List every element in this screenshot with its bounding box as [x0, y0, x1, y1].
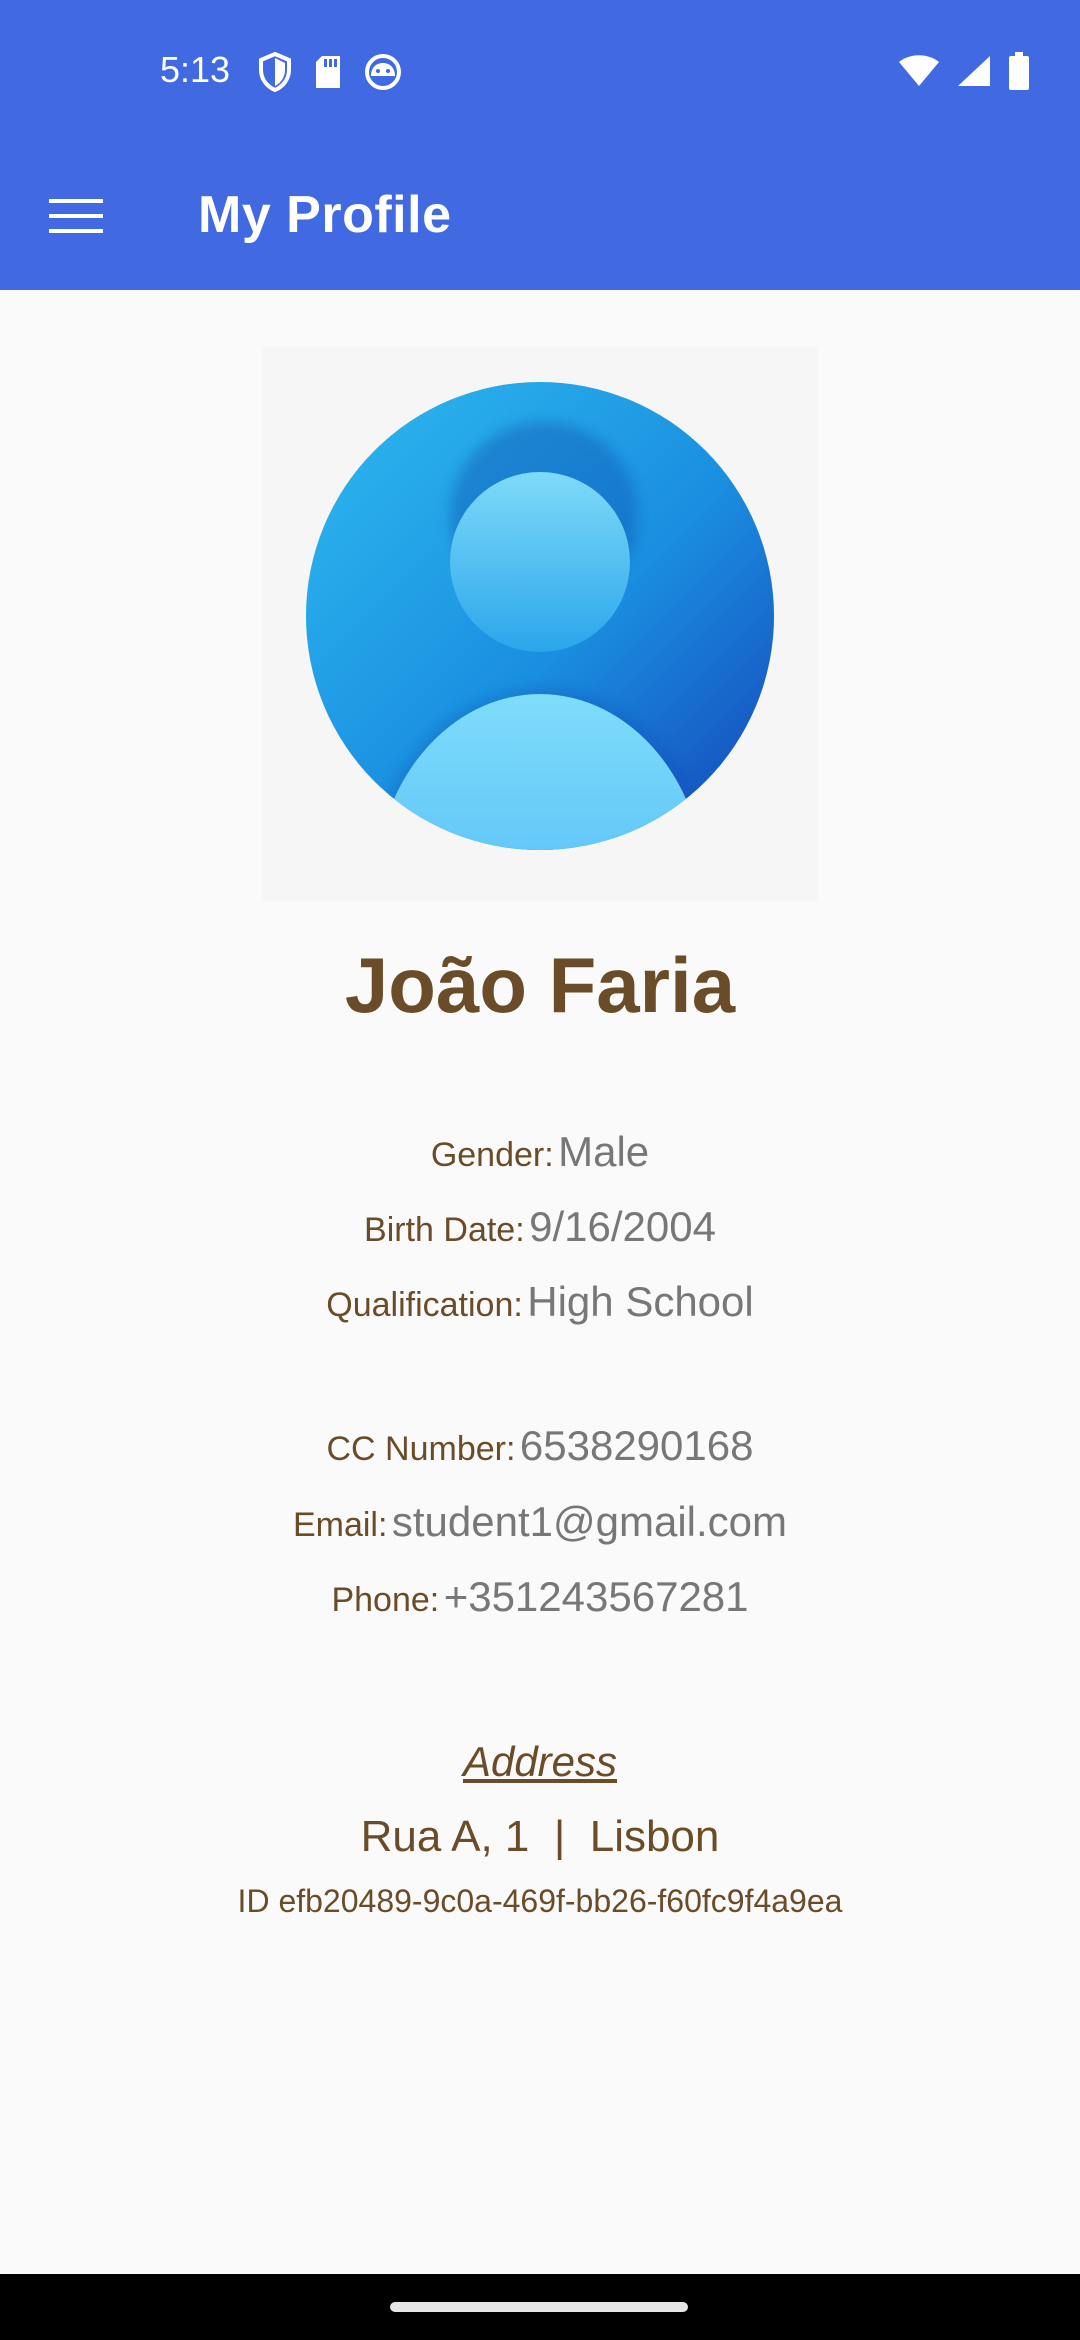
android-debug-icon: [364, 54, 402, 95]
person-avatar-icon: [306, 382, 774, 850]
page-title: My Profile: [198, 186, 452, 244]
qualification-value: High School: [527, 1278, 754, 1325]
email-row: Email: student1@gmail.com: [0, 1498, 1080, 1546]
app-bar: My Profile: [0, 140, 1080, 290]
cc-number-row: CC Number: 6538290168: [0, 1422, 1080, 1470]
email-value: student1@gmail.com: [391, 1498, 788, 1545]
qualification-row: Qualification: High School: [0, 1278, 1080, 1326]
phone-row: Phone: +351243567281: [0, 1573, 1080, 1621]
app-root: 5:13 My Profile João Faria Gender: Male …: [0, 0, 1080, 2340]
gender-row: Gender: Male: [0, 1128, 1080, 1176]
status-bar: 5:13: [0, 0, 1080, 140]
home-gesture-handle[interactable]: [390, 2302, 688, 2312]
phone-label: Phone:: [331, 1581, 440, 1619]
gender-value: Male: [558, 1128, 650, 1175]
birth-date-row: Birth Date: 9/16/2004: [0, 1203, 1080, 1251]
birth-date-label: Birth Date:: [364, 1211, 525, 1249]
profile-id: ID efb20489-9c0a-469f-bb26-f60fc9f4a9ea: [237, 1883, 843, 1919]
sd-card-icon: [314, 54, 342, 95]
phone-value: +351243567281: [443, 1573, 749, 1620]
address-text: Rua A, 1 | Lisbon: [360, 1812, 720, 1861]
address-heading: Address: [462, 1738, 618, 1785]
gender-label: Gender:: [430, 1136, 554, 1174]
profile-name: João Faria: [344, 941, 736, 1029]
avatar: [262, 346, 818, 902]
cell-signal-icon: [956, 54, 992, 93]
menu-button[interactable]: [38, 178, 114, 254]
cc-number-value: 6538290168: [519, 1422, 754, 1469]
status-time: 5:13: [160, 49, 231, 90]
birth-date-value: 9/16/2004: [529, 1203, 716, 1250]
system-nav-bar: [0, 2274, 1080, 2340]
battery-icon: [1008, 52, 1030, 95]
qualification-label: Qualification:: [326, 1286, 523, 1324]
hamburger-menu-icon: [49, 199, 103, 233]
shield-icon: [258, 51, 292, 97]
cc-number-label: CC Number:: [326, 1430, 516, 1468]
wifi-icon: [898, 54, 940, 93]
profile-content: João Faria Gender: Male Birth Date: 9/16…: [0, 290, 1080, 2274]
email-label: Email:: [292, 1506, 388, 1544]
status-icons-right: [898, 52, 1030, 95]
status-icons-left: [258, 51, 402, 97]
